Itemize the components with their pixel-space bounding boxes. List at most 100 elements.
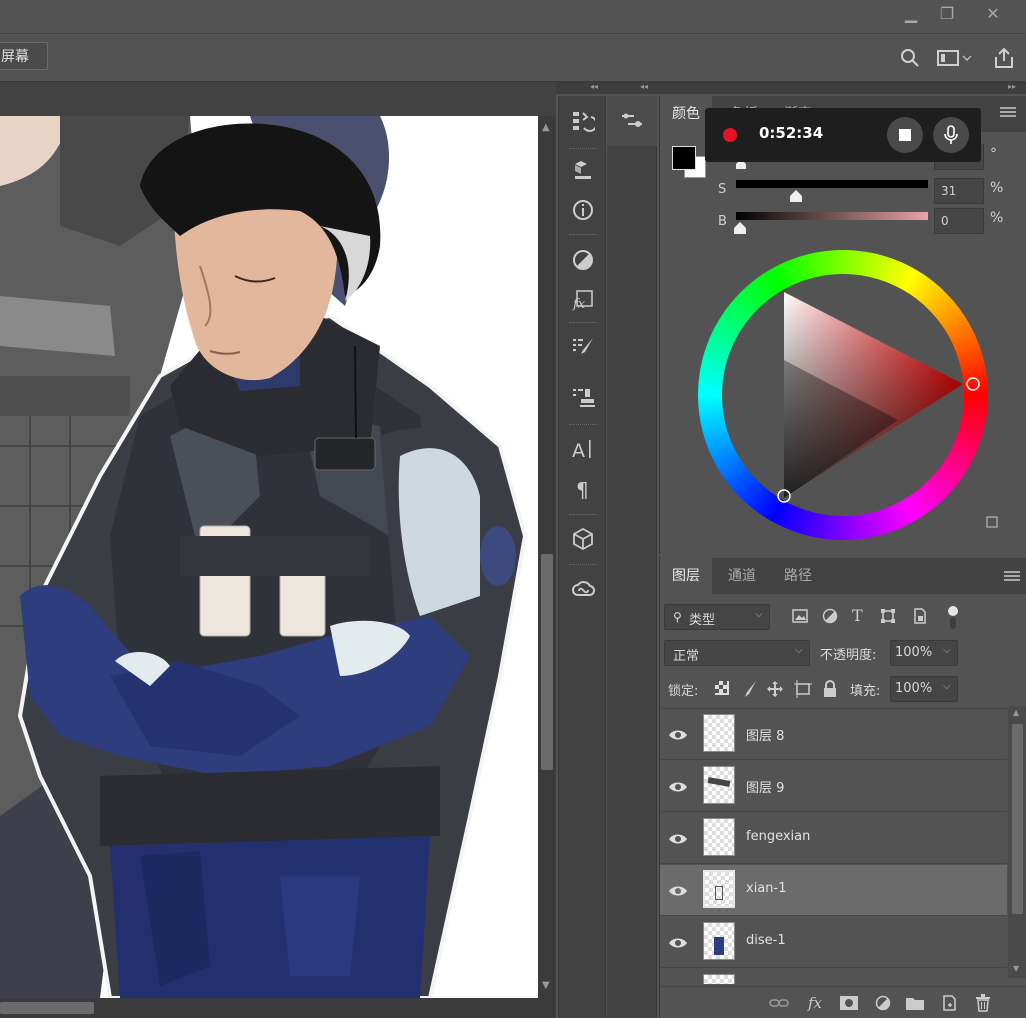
smart-object-filter-icon[interactable]	[912, 608, 928, 624]
layers-scrollbar[interactable]: ▲ ▼	[1008, 706, 1026, 978]
visibility-eye-icon[interactable]	[668, 881, 688, 901]
expand-icon[interactable]: ▸▸	[1008, 82, 1016, 91]
visibility-eye-icon[interactable]	[668, 829, 688, 849]
paragraph-icon[interactable]: ¶	[559, 468, 607, 508]
opacity-field[interactable]: 100% ⌵	[890, 640, 958, 666]
visibility-eye-icon[interactable]	[668, 933, 688, 953]
saturation-field[interactable]: 31	[934, 178, 984, 204]
foreground-color-swatch[interactable]	[672, 146, 696, 170]
new-adjustment-layer-icon[interactable]	[872, 993, 894, 1013]
new-group-folder-icon[interactable]	[904, 993, 926, 1013]
layer-row[interactable]	[660, 969, 1007, 984]
collapse-icon[interactable]: ◂◂	[590, 82, 598, 91]
layer-row[interactable]: 图层 9	[660, 761, 1007, 812]
hue-unit: °	[990, 146, 997, 162]
saturation-slider-handle[interactable]	[789, 190, 802, 202]
hue-ring-handle[interactable]	[966, 377, 980, 391]
filter-toggle-switch[interactable]	[946, 604, 960, 630]
chevron-down-icon: ⌵	[943, 645, 951, 656]
scroll-up-icon[interactable]: ▲	[542, 122, 550, 133]
scroll-down-icon[interactable]: ▼	[542, 980, 550, 991]
microphone-button[interactable]	[933, 117, 969, 153]
search-icon[interactable]	[898, 46, 922, 70]
close-button[interactable]: ✕	[976, 2, 1010, 24]
blend-mode-select[interactable]: 正常 ⌵	[664, 640, 810, 666]
tab-layers[interactable]: 图层	[660, 558, 712, 594]
styles-icon[interactable]: fx	[559, 282, 607, 318]
visibility-eye-icon[interactable]	[668, 725, 688, 745]
layer-filter-select[interactable]: ⚲ 类型 ⌵	[664, 604, 770, 630]
layer-name: 图层 9	[746, 781, 785, 796]
fill-label: 填充:	[850, 684, 881, 699]
history-icon[interactable]	[559, 96, 607, 146]
tab-paths[interactable]: 路径	[772, 558, 824, 594]
panel-menu-icon[interactable]	[1004, 570, 1022, 584]
vertical-scroll-thumb[interactable]	[541, 554, 553, 770]
adjustment-layer-filter-icon[interactable]	[822, 608, 838, 624]
scroll-down-icon[interactable]: ▼	[1013, 964, 1019, 973]
layers-scroll-thumb[interactable]	[1012, 724, 1023, 914]
options-bar: 屏幕	[0, 34, 1026, 82]
fill-field[interactable]: 100% ⌵	[890, 676, 958, 702]
horizontal-scroll-thumb[interactable]	[0, 1002, 94, 1014]
info-icon[interactable]	[559, 192, 607, 228]
layer-row[interactable]: 图层 8	[660, 709, 1007, 760]
brightness-unit: %	[990, 210, 1004, 226]
character-icon[interactable]: A	[559, 428, 607, 470]
3d-icon[interactable]	[559, 518, 607, 560]
brush-settings-icon[interactable]	[559, 326, 607, 368]
saturation-brightness-triangle[interactable]	[698, 250, 988, 540]
brightness-slider[interactable]	[736, 212, 928, 220]
panel-menu-icon[interactable]	[1000, 106, 1018, 120]
canvas-vertical-scrollbar[interactable]: ▲ ▼	[538, 116, 556, 998]
minimize-icon: ▁	[904, 3, 918, 23]
layer-row[interactable]: fengexian	[660, 813, 1007, 864]
share-icon[interactable]	[992, 46, 1016, 70]
workspace-switcher-icon[interactable]	[934, 46, 974, 70]
chevron-down-icon: ⌵	[943, 681, 951, 692]
layer-name: xian-1	[746, 881, 787, 896]
saturation-slider[interactable]	[736, 180, 928, 188]
layer-name: 图层 8	[746, 729, 785, 744]
layer-thumbnail	[703, 922, 735, 960]
creative-cloud-icon[interactable]	[559, 568, 607, 610]
3d-material-icon[interactable]	[559, 152, 607, 188]
clone-source-icon[interactable]	[559, 376, 607, 418]
minimize-button[interactable]: ▁	[894, 2, 928, 24]
layer-style-fx-icon[interactable]: fx	[804, 993, 826, 1013]
lock-all-icon[interactable]	[822, 680, 838, 698]
layer-name: dise-1	[746, 933, 786, 948]
collapse-icon[interactable]: ◂◂	[640, 82, 648, 91]
color-panel: 颜色 色板 渐变 ° S 31 % B 0 %	[659, 96, 1026, 554]
tab-channels[interactable]: 通道	[716, 558, 768, 594]
lock-artboard-icon[interactable]	[794, 680, 812, 698]
layer-row[interactable]: dise-1	[660, 917, 1007, 968]
resize-corner-icon[interactable]	[986, 514, 1000, 528]
new-layer-icon[interactable]	[938, 993, 960, 1013]
chevron-down-icon: ⌵	[755, 609, 763, 620]
type-layer-filter-icon[interactable]: T	[852, 606, 863, 625]
link-layers-icon[interactable]	[768, 993, 790, 1013]
shape-layer-filter-icon[interactable]	[880, 608, 896, 624]
visibility-eye-icon[interactable]	[668, 777, 688, 797]
scroll-up-icon[interactable]: ▲	[1013, 708, 1019, 717]
title-bar: ▁ ❐ ✕	[0, 0, 1026, 34]
delete-layer-icon[interactable]	[972, 993, 994, 1013]
lock-image-pixels-icon[interactable]	[740, 680, 758, 698]
screen-mode-button[interactable]: 屏幕	[0, 42, 48, 70]
layer-row-selected[interactable]: xian-1	[660, 865, 1007, 916]
restore-button[interactable]: ❐	[930, 2, 964, 24]
add-mask-icon[interactable]	[838, 993, 860, 1013]
brightness-field[interactable]: 0	[934, 208, 984, 234]
adjustments-icon[interactable]	[559, 242, 607, 278]
brightness-slider-handle[interactable]	[734, 222, 746, 234]
lock-transparent-pixels-icon[interactable]	[714, 680, 730, 696]
lock-position-icon[interactable]	[766, 680, 784, 698]
properties-icon[interactable]	[607, 96, 657, 146]
layer-thumbnail	[703, 974, 735, 984]
stop-recording-button[interactable]	[887, 117, 923, 153]
canvas-horizontal-scrollbar[interactable]	[0, 998, 556, 1018]
document-canvas[interactable]	[0, 116, 538, 998]
pixel-layer-filter-icon[interactable]	[792, 608, 808, 624]
search-icon: ⚲	[673, 610, 682, 624]
